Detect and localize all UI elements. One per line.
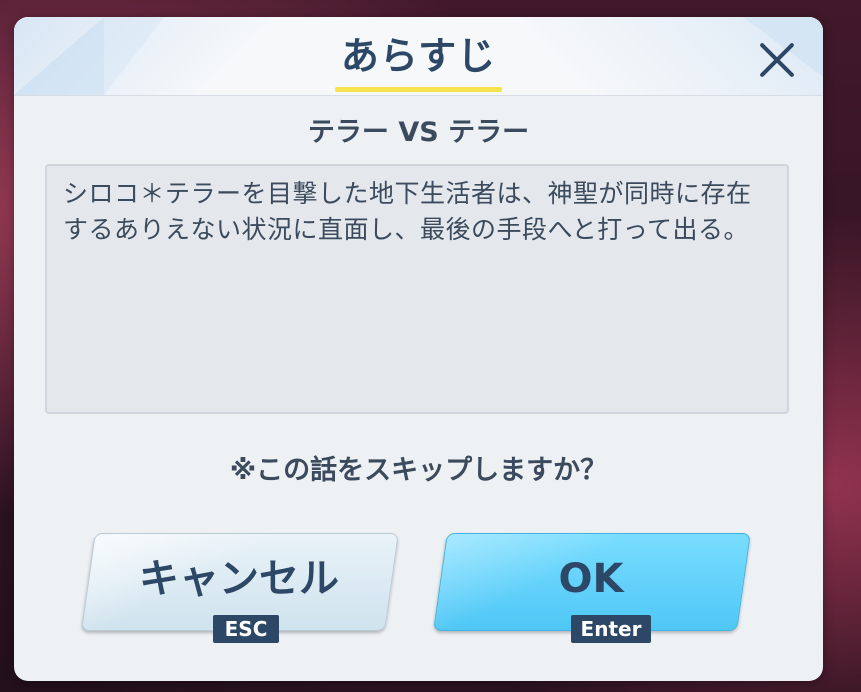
ok-button[interactable]: OK Enter xyxy=(432,533,751,643)
esc-key-badge: ESC xyxy=(213,615,279,643)
episode-title: テラー VS テラー xyxy=(307,117,530,148)
dialog-title: あらすじ xyxy=(340,34,497,78)
skip-episode-dialog: あらすじ テラー VS テラー シロコ＊テラーを目撃した地下生活者は、神聖が同時… xyxy=(14,17,823,681)
summary-box: シロコ＊テラーを目撃した地下生活者は、神聖が同時に存在 するありえない状況に直面… xyxy=(45,164,789,414)
summary-line: するありえない状況に直面し、最後の手段へと打って出る。 xyxy=(63,215,750,244)
cancel-button-label: キャンセル xyxy=(139,556,339,602)
dialog-header: あらすじ xyxy=(14,17,823,96)
skip-confirm-text: ※この話をスキップしますか？ xyxy=(229,455,608,486)
ok-button-label: OK xyxy=(558,556,624,602)
title-underline xyxy=(335,87,502,92)
cancel-button[interactable]: キャンセル ESC xyxy=(80,533,399,643)
enter-key-badge: Enter xyxy=(571,615,651,643)
summary-line: シロコ＊テラーを目撃した地下生活者は、神聖が同時に存在 xyxy=(63,179,752,208)
close-icon[interactable] xyxy=(756,39,798,81)
